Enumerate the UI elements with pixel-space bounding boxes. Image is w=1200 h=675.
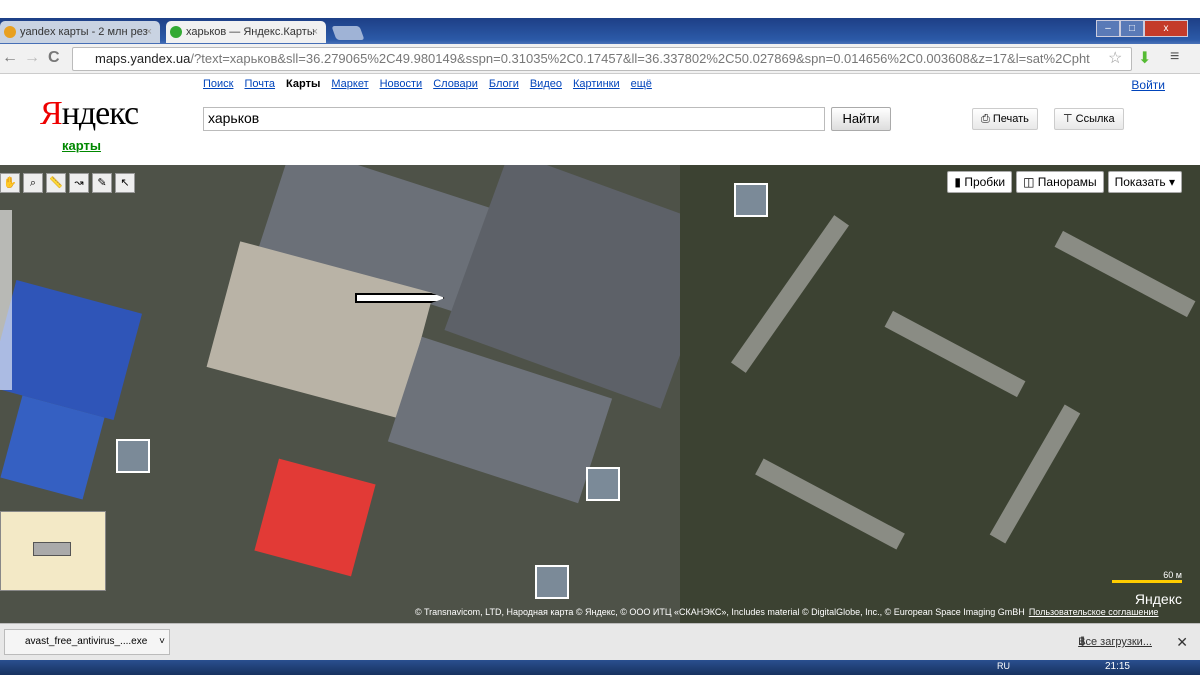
login-link[interactable]: Войти [1131, 78, 1165, 92]
maximize-button[interactable]: □ [1120, 20, 1144, 37]
traffic-light-icon: ▮ [954, 175, 965, 189]
download-item[interactable]: avast_free_antivirus_....exe ˅ [4, 629, 170, 655]
copyright-text: © Transnavicom, LTD, Народная карта © Ян… [415, 607, 1025, 617]
nav-blogs[interactable]: Блоги [489, 78, 519, 90]
photo-thumbnail[interactable] [734, 183, 768, 217]
chevron-down-icon[interactable]: ˅ [159, 630, 165, 654]
photo-thumbnail[interactable] [535, 565, 569, 599]
nav-maps: Карты [286, 78, 321, 90]
find-button[interactable]: Найти [831, 107, 891, 131]
chevron-down-icon: ▾ [1165, 175, 1175, 189]
show-layers-button[interactable]: Показать ▾ [1107, 171, 1182, 193]
print-label: Печать [992, 113, 1029, 125]
pointer-icon[interactable]: ↖ [115, 173, 135, 193]
show-label: Показать [1114, 175, 1166, 189]
nav-news[interactable]: Новости [380, 78, 423, 90]
nav-market[interactable]: Маркет [331, 78, 368, 90]
downloads-bar: avast_free_antivirus_....exe ˅ ⬇ Все загр… [0, 623, 1200, 660]
menu-icon[interactable]: ≡ [1170, 48, 1179, 66]
browser-toolbar: ← → C maps.yandex.ua/?text=харьков&sll=3… [0, 44, 1200, 74]
all-downloads-link[interactable]: Все загрузки... [1078, 636, 1152, 648]
star-icon[interactable]: ☆ [1108, 48, 1122, 68]
map-copyright: © Transnavicom, LTD, Народная карта © Ян… [415, 607, 1158, 617]
logo-letter: Я [40, 95, 63, 132]
print-button[interactable]: ⎙ Печать [972, 108, 1038, 130]
map-brand: Яндекс [1134, 591, 1182, 607]
minimap-viewport[interactable] [33, 542, 71, 556]
close-icon[interactable]: ✕ [1176, 634, 1188, 651]
panoramas-label: Панорамы [1037, 175, 1097, 189]
nav-dictionaries[interactable]: Словари [433, 78, 478, 90]
logo-rest: ндекс [61, 95, 139, 132]
nav-video[interactable]: Видео [530, 78, 562, 90]
map-tools: ✋ ⌕ 📏 ↝ ✎ ↖ [0, 173, 135, 193]
tab-yandex-search[interactable]: yandex карты - 2 млн рез × [0, 21, 160, 43]
download-filename: avast_free_antivirus_....exe [25, 636, 148, 647]
hand-icon[interactable]: ✋ [0, 173, 20, 193]
satellite-map[interactable]: ✋ ⌕ 📏 ↝ ✎ ↖ ▮ Пробки ◫ Панорамы Показать ▾ 60… [0, 165, 1200, 623]
url-host: maps.yandex.ua [95, 51, 191, 66]
forward-icon[interactable]: → [24, 49, 40, 67]
url-path: /?text=харьков&sll=36.279065%2C49.980149… [190, 51, 1090, 66]
tab-label: yandex карты - 2 млн рез [20, 26, 148, 38]
edit-icon[interactable]: ✎ [92, 173, 112, 193]
printer-icon: ⎙ [981, 113, 993, 125]
close-tab-icon[interactable]: × [312, 21, 318, 43]
minimize-button[interactable]: – [1096, 20, 1120, 37]
services-nav: Поиск Почта Карты Маркет Новости Словари… [203, 78, 652, 90]
residential-area [680, 165, 1200, 623]
search-favicon-icon [4, 26, 16, 38]
download-ext-icon[interactable]: ⬇ [1138, 48, 1151, 68]
photo-thumbnail[interactable] [586, 467, 620, 501]
back-icon[interactable]: ← [2, 49, 18, 67]
panorama-icon: ◫ [1023, 175, 1038, 189]
photo-thumbnail[interactable] [116, 439, 150, 473]
clock[interactable]: 21:15 [1105, 661, 1130, 672]
language-indicator[interactable]: RU [997, 661, 1010, 671]
zoom-slider[interactable] [0, 210, 12, 390]
nav-images[interactable]: Картинки [573, 78, 620, 90]
link-button[interactable]: ⊤ Ссылка [1054, 108, 1124, 130]
close-window-button[interactable]: x [1144, 20, 1188, 37]
nav-mail[interactable]: Почта [244, 78, 275, 90]
traffic-label: Пробки [964, 175, 1006, 189]
link-icon: ⊤ [1063, 113, 1076, 125]
route-icon[interactable]: ↝ [69, 173, 89, 193]
yandex-header: Яндекс карты Поиск Почта Карты Маркет Но… [0, 75, 1200, 165]
new-tab-button[interactable] [331, 26, 365, 40]
ruler-icon[interactable]: 📏 [46, 173, 66, 193]
close-tab-icon[interactable]: × [146, 21, 152, 43]
link-label: Ссылка [1075, 113, 1115, 125]
maps-favicon-icon [170, 26, 182, 38]
magnifier-icon[interactable]: ⌕ [23, 173, 43, 193]
scale-bar: 60 м [1112, 570, 1182, 583]
tab-label: харьков — Яндекс.Карты [186, 26, 315, 38]
address-bar[interactable]: maps.yandex.ua/?text=харьков&sll=36.2790… [72, 47, 1132, 71]
nav-more[interactable]: ещё [631, 78, 652, 90]
traffic-button[interactable]: ▮ Пробки [947, 171, 1013, 193]
nav-search[interactable]: Поиск [203, 78, 233, 90]
agreement-link[interactable]: Пользовательское соглашение [1029, 607, 1159, 617]
arrow-annotation [355, 293, 445, 303]
windows-taskbar: RU 21:15 [0, 660, 1200, 675]
yandex-logo[interactable]: Яндекс [40, 95, 139, 133]
panoramas-button[interactable]: ◫ Панорамы [1016, 171, 1104, 193]
search-input[interactable]: харьков [203, 107, 825, 131]
reload-icon[interactable]: C [48, 49, 60, 67]
maps-link[interactable]: карты [62, 138, 101, 153]
minimap[interactable] [0, 511, 106, 591]
browser-titlebar: yandex карты - 2 млн рез × харьков — Янде… [0, 0, 1200, 44]
red-roof [254, 458, 376, 577]
tab-yandex-maps[interactable]: харьков — Яндекс.Карты × [166, 21, 326, 43]
